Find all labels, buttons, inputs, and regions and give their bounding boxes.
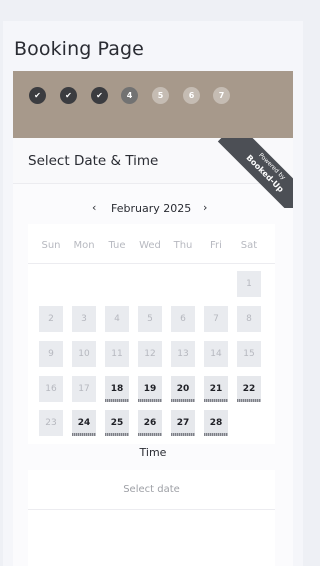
month-label: February 2025 — [111, 202, 192, 215]
select-date-placeholder: Select date — [123, 484, 180, 495]
step-2[interactable]: ✔ — [60, 87, 77, 104]
calendar-day-14: 14 — [204, 341, 228, 367]
weekday-sun: Sun — [41, 240, 61, 251]
calendar-day-3: 3 — [72, 306, 96, 332]
calendar-day-20[interactable]: 20 — [171, 376, 195, 402]
weekday-tue: Tue — [108, 240, 126, 251]
calendar-day-18[interactable]: 18 — [105, 376, 129, 402]
browser-top-strip — [0, 0, 305, 8]
calendar-day-9: 9 — [39, 341, 63, 367]
step-1[interactable]: ✔ — [29, 87, 46, 104]
calendar-day-5: 5 — [138, 306, 162, 332]
section-header: Select Date & Time — [13, 138, 293, 184]
weekday-fri: Fri — [210, 240, 222, 251]
step-3[interactable]: ✔ — [91, 87, 108, 104]
step-7[interactable]: 7 — [213, 87, 230, 104]
progress-steps: ✔ ✔ ✔ 4 5 6 7 — [13, 71, 293, 138]
page-title: Booking Page — [14, 38, 144, 60]
booking-card: ✔ ✔ ✔ 4 5 6 7 Select Date & Time Powered… — [13, 71, 293, 566]
weekday-divider — [28, 263, 275, 264]
calendar-day-17: 17 — [72, 376, 96, 402]
calendar-day-10: 10 — [72, 341, 96, 367]
calendar-day-23: 23 — [39, 410, 63, 436]
calendar-day-1: 1 — [237, 271, 261, 297]
step-6[interactable]: 6 — [183, 87, 200, 104]
calendar-day-11: 11 — [105, 341, 129, 367]
weekday-wed: Wed — [139, 240, 161, 251]
time-slots-panel: Select date — [28, 470, 275, 566]
calendar-day-2: 2 — [39, 306, 63, 332]
calendar-day-8: 8 — [237, 306, 261, 332]
section-title: Select Date & Time — [28, 153, 159, 169]
calendar-day-15: 15 — [237, 341, 261, 367]
weekday-mon: Mon — [73, 240, 95, 251]
calendar-day-13: 13 — [171, 341, 195, 367]
calendar-day-26[interactable]: 26 — [138, 410, 162, 436]
calendar-day-7: 7 — [204, 306, 228, 332]
step-4[interactable]: 4 — [121, 87, 138, 104]
calendar-grid: Sun Mon Tue Wed Thu Fri Sat 1 2 3 4 5 6 7 8 9 10 11 12 13 14… — [28, 224, 275, 444]
calendar-day-4: 4 — [105, 306, 129, 332]
calendar-day-25[interactable]: 25 — [105, 410, 129, 436]
calendar-day-22[interactable]: 22 — [237, 376, 261, 402]
calendar-day-16: 16 — [39, 376, 63, 402]
calendar-day-19[interactable]: 19 — [138, 376, 162, 402]
calendar-day-27[interactable]: 27 — [171, 410, 195, 436]
calendar-day-28[interactable]: 28 — [204, 410, 228, 436]
calendar-day-24[interactable]: 24 — [72, 410, 96, 436]
weekday-thu: Thu — [173, 240, 193, 251]
booking-page: Booking Page ✔ ✔ ✔ 4 5 6 7 Select Date &… — [3, 21, 303, 566]
calendar-day-21[interactable]: 21 — [204, 376, 228, 402]
weekday-sat: Sat — [240, 240, 258, 251]
calendar-day-12: 12 — [138, 341, 162, 367]
chevron-right-icon[interactable]: › — [203, 201, 207, 214]
time-divider — [28, 509, 275, 510]
calendar-day-6: 6 — [171, 306, 195, 332]
step-5[interactable]: 5 — [152, 87, 169, 104]
chevron-left-icon[interactable]: ‹ — [92, 201, 96, 214]
month-navigation: ‹ February 2025 › — [13, 201, 293, 217]
time-label: Time — [139, 446, 167, 459]
